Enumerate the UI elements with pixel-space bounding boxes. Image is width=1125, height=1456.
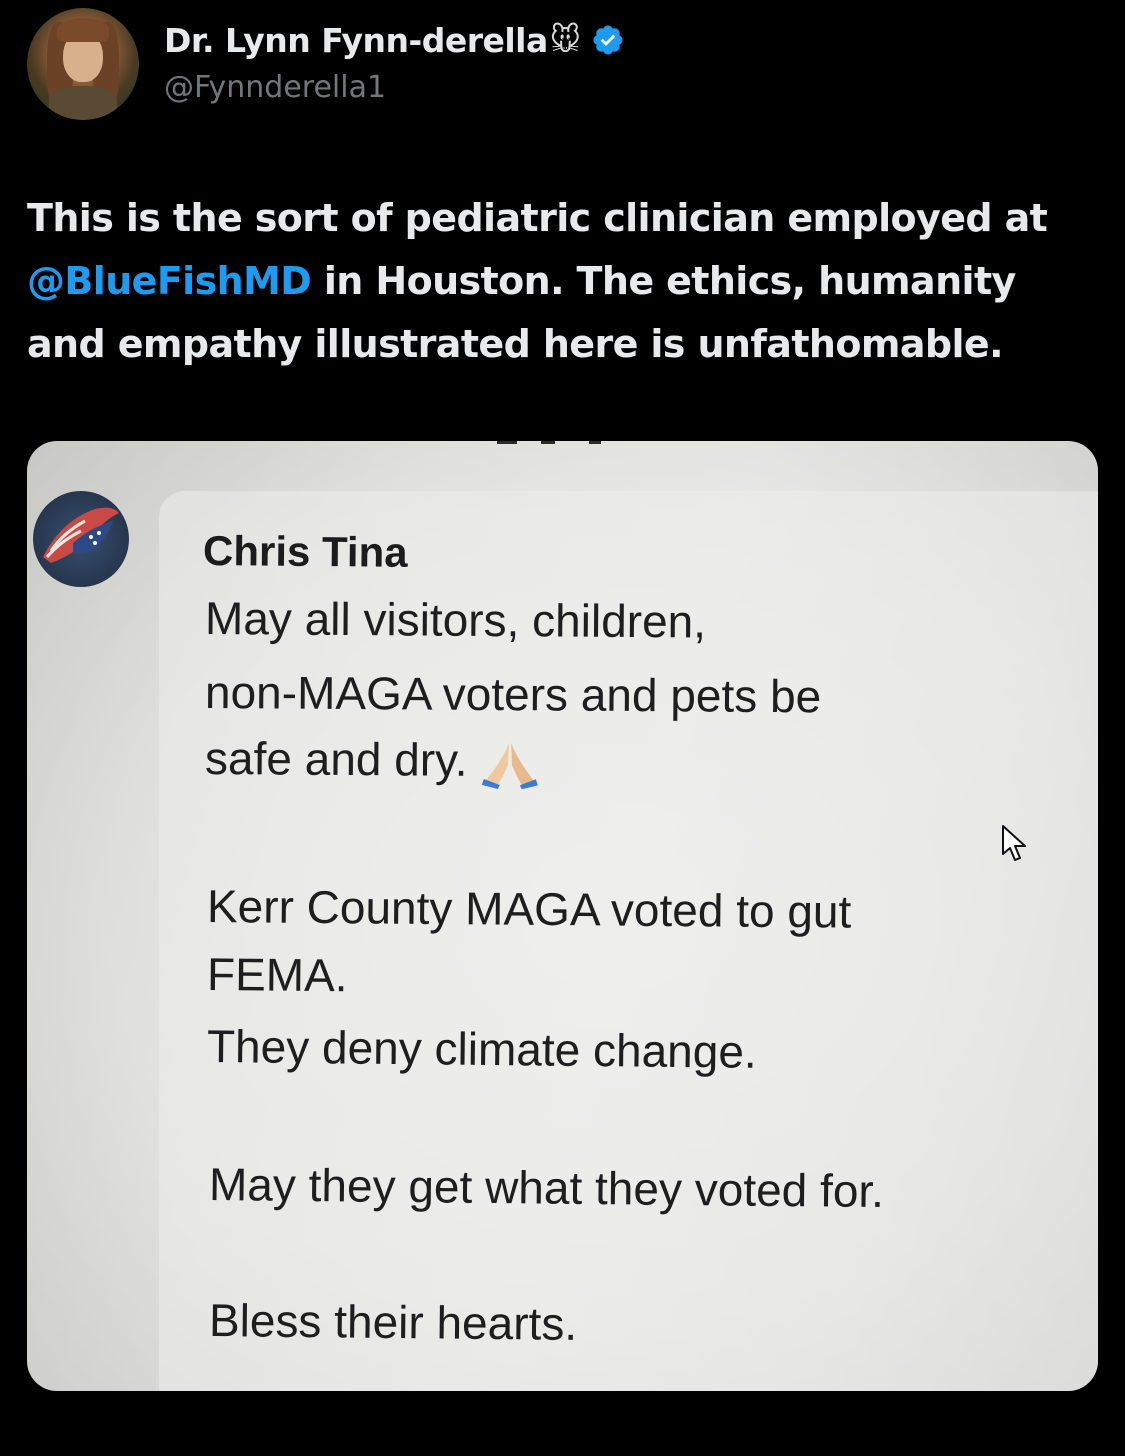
tweet-header: Dr. Lynn Fynn-derella 🐭 @Fynnderella1 bbox=[27, 8, 1097, 120]
comment-line: non-MAGA voters and pets be bbox=[204, 666, 822, 723]
mention-link[interactable]: @BlueFishMD bbox=[27, 259, 312, 303]
comment-line: May all visitors, children, bbox=[204, 592, 707, 648]
comment-line: safe and dry. bbox=[204, 732, 468, 786]
mouse-cursor-icon bbox=[1002, 825, 1026, 861]
praying-hands-icon bbox=[481, 742, 538, 790]
comment-line: May they get what they voted for. bbox=[208, 1158, 885, 1218]
comment-line: FEMA. bbox=[206, 948, 348, 1002]
comment-line: Bless their hearts. bbox=[208, 1294, 578, 1350]
author-display-name[interactable]: Dr. Lynn Fynn-derella bbox=[164, 21, 548, 60]
comment-line: They deny climate change. bbox=[206, 1020, 758, 1078]
author-avatar[interactable] bbox=[27, 8, 139, 120]
tweet-text: This is the sort of pediatric clinician … bbox=[27, 187, 1097, 376]
comment-line: Kerr County MAGA voted to gut bbox=[206, 880, 852, 938]
tweet-text-before: This is the sort of pediatric clinician … bbox=[27, 196, 1048, 240]
commenter-avatar bbox=[33, 491, 129, 587]
comment-line-with-emoji: safe and dry. bbox=[204, 731, 540, 790]
author-handle[interactable]: @Fynnderella1 bbox=[164, 70, 386, 105]
mouse-emoji-icon: 🐭 bbox=[549, 22, 582, 58]
tweet-media-image[interactable]: Chris Tina May all visitors, children, n… bbox=[27, 441, 1098, 1391]
verified-badge-icon bbox=[593, 25, 623, 55]
flag-icon bbox=[43, 507, 119, 563]
top-marks bbox=[497, 441, 601, 444]
author-name-row[interactable]: Dr. Lynn Fynn-derella 🐭 bbox=[164, 18, 625, 62]
comment-author: Chris Tina bbox=[202, 527, 408, 576]
